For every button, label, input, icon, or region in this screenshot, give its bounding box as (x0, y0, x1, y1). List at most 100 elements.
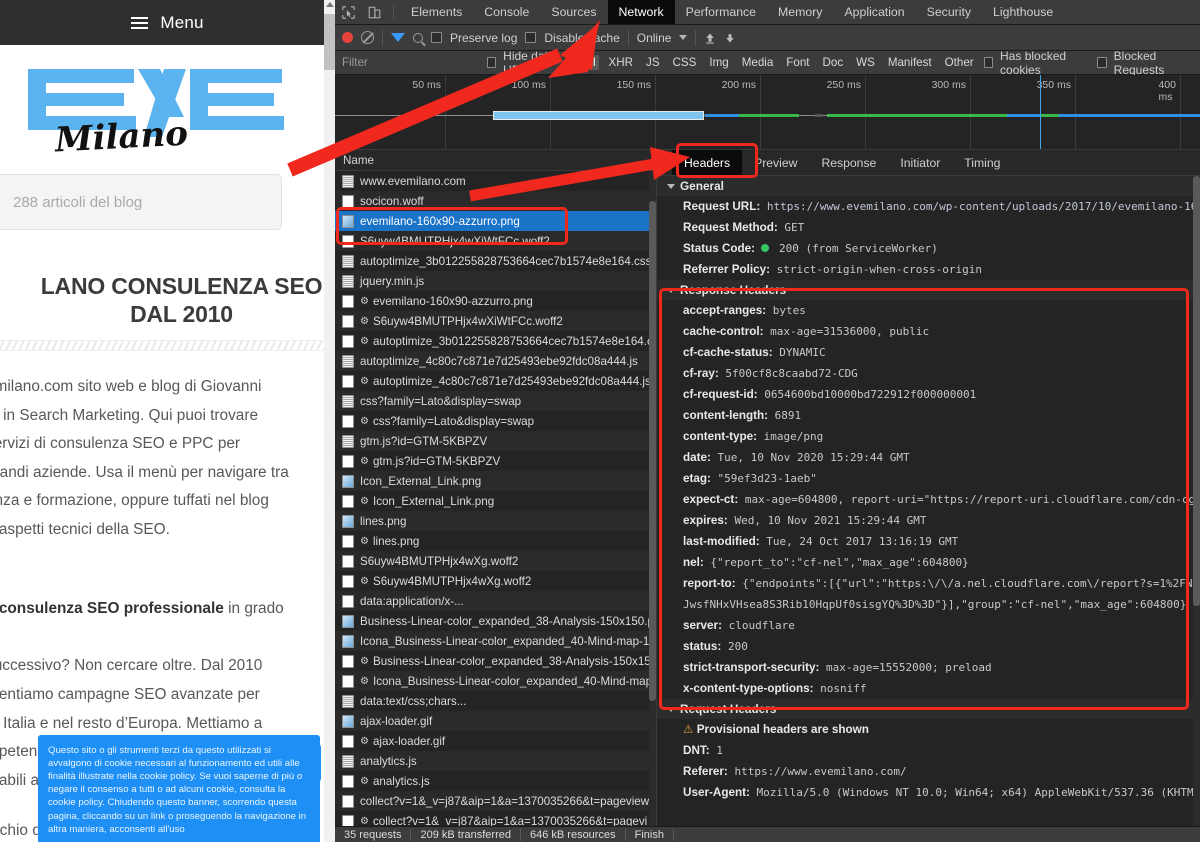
blocked-requests-checkbox[interactable] (1097, 57, 1107, 68)
clear-icon[interactable] (361, 31, 374, 44)
request-row[interactable]: Business-Linear-color_expanded_38-Analys… (335, 611, 656, 631)
filter-type-font[interactable]: Font (783, 55, 812, 70)
request-row[interactable]: socicon.woff (335, 191, 656, 211)
filter-type-xhr[interactable]: XHR (606, 55, 636, 70)
tab-application[interactable]: Application (833, 0, 915, 24)
tab-lighthouse[interactable]: Lighthouse (982, 0, 1064, 24)
tab-elements[interactable]: Elements (400, 0, 473, 24)
request-row[interactable]: ⚙ evemilano-160x90-azzurro.png (335, 291, 656, 311)
request-row[interactable]: ⚙ S6uyw4BMUTPHjx4wXiWtFCc.woff2 (335, 311, 656, 331)
site-logo[interactable]: Milano (0, 45, 335, 170)
preserve-log-checkbox[interactable] (431, 32, 442, 43)
request-row[interactable]: ⚙ Business-Linear-color_expanded_38-Analy… (335, 651, 656, 671)
filter-type-js[interactable]: JS (643, 55, 663, 70)
request-row[interactable]: ⚙ collect?v=1&_v=j87&aip=1&a=1370035266&t… (335, 811, 656, 826)
request-row[interactable]: ⚙ gtm.js?id=GTM-5KBPZV (335, 451, 656, 471)
website-scrollbar-thumb[interactable] (324, 14, 335, 70)
detail-tab-preview[interactable]: Preview (742, 150, 809, 175)
tab-network[interactable]: Network (607, 0, 675, 24)
tab-sources[interactable]: Sources (540, 0, 607, 24)
request-list-header[interactable]: Name (335, 150, 656, 171)
section-header[interactable]: Request Headers (657, 699, 1193, 719)
detail-tab-timing[interactable]: Timing (952, 150, 1012, 175)
search-icon[interactable] (413, 32, 423, 43)
hide-data-urls-checkbox[interactable] (486, 57, 497, 68)
request-row[interactable]: ⚙ lines.png (335, 531, 656, 551)
blocked-requests-label[interactable]: Blocked Requests (1114, 49, 1193, 77)
import-har-icon[interactable] (704, 32, 716, 44)
request-row[interactable]: autoptimize_3b012255828753664cec7b1574e8… (335, 251, 656, 271)
cookie-consent-banner[interactable]: Questo sito o gli strumenti terzi da que… (38, 734, 320, 842)
filter-type-css[interactable]: CSS (670, 55, 700, 70)
disable-cache-checkbox[interactable] (525, 32, 537, 43)
request-row[interactable]: S6uyw4BMUTPHjx4wXg.woff2 (335, 551, 656, 571)
request-row[interactable]: ⚙ Icon_External_Link.png (335, 491, 656, 511)
site-menu-label[interactable]: Menu (160, 13, 203, 33)
request-list-scrollbar[interactable] (649, 171, 656, 826)
export-har-icon[interactable] (724, 32, 736, 44)
detail-tab-headers[interactable]: Headers (672, 150, 743, 175)
tab-console[interactable]: Console (473, 0, 540, 24)
request-row[interactable]: Icona_Business-Linear-color_expanded_40-… (335, 631, 656, 651)
throttling-select[interactable]: Online (637, 31, 672, 45)
disable-cache-label[interactable]: Disable cache (544, 31, 619, 45)
filter-type-ws[interactable]: WS (853, 55, 878, 70)
request-row[interactable]: ⚙ Icona_Business-Linear-color_expanded_40… (335, 671, 656, 691)
request-row[interactable]: ⚙ css?family=Lato&display=swap (335, 411, 656, 431)
filter-type-other[interactable]: Other (942, 55, 977, 70)
section-header[interactable]: Response Headers (657, 280, 1193, 300)
hide-data-urls-label[interactable]: Hide data URLs (503, 49, 572, 77)
detail-tab-initiator[interactable]: Initiator (888, 150, 952, 175)
scroll-up-arrow-icon[interactable] (326, 2, 334, 7)
tab-memory[interactable]: Memory (767, 0, 833, 24)
request-row[interactable]: autoptimize_4c80c7c871e7d25493ebe92fdc08… (335, 351, 656, 371)
request-row[interactable]: analytics.js (335, 751, 656, 771)
preserve-log-label[interactable]: Preserve log (450, 31, 517, 45)
request-row[interactable]: data:application/x-... (335, 591, 656, 611)
request-row[interactable]: ⚙ S6uyw4BMUTPHjx4wXg.woff2 (335, 571, 656, 591)
request-row[interactable]: gtm.js?id=GTM-5KBPZV (335, 431, 656, 451)
request-row[interactable]: www.evemilano.com (335, 171, 656, 191)
chevron-down-icon[interactable] (679, 35, 688, 40)
website-scrollbar[interactable] (324, 0, 335, 842)
filter-input[interactable]: Filter (342, 56, 480, 69)
has-blocked-cookies-checkbox[interactable] (983, 57, 994, 68)
request-row[interactable]: S6uyw4BMUTPHjx4wXiWtFCc.woff2 (335, 231, 656, 251)
inspect-element-icon[interactable] (335, 0, 361, 24)
filter-type-all[interactable]: All (579, 55, 599, 70)
generic-icon (342, 574, 354, 588)
request-row[interactable]: evemilano-160x90-azzurro.png (335, 211, 656, 231)
detail-scrollbar-thumb[interactable] (1193, 176, 1200, 606)
hamburger-menu-icon[interactable] (131, 16, 149, 29)
filter-type-img[interactable]: Img (706, 55, 731, 70)
request-row[interactable]: jquery.min.js (335, 271, 656, 291)
toggle-device-toolbar-icon[interactable] (361, 0, 387, 24)
request-row[interactable]: data:text/css;chars... (335, 691, 656, 711)
has-blocked-cookies-label[interactable]: Has blocked cookies (1000, 49, 1090, 77)
request-row[interactable]: ajax-loader.gif (335, 711, 656, 731)
request-row[interactable]: lines.png (335, 511, 656, 531)
request-row[interactable]: Icon_External_Link.png (335, 471, 656, 491)
header-key: server: (683, 619, 722, 632)
request-row[interactable]: css?family=Lato&display=swap (335, 391, 656, 411)
network-timeline-overview[interactable]: 50 ms 100 ms 150 ms 200 ms 250 ms 300 ms 350 m… (335, 75, 1200, 150)
request-row[interactable]: collect?v=1&_v=j87&aip=1&a=1370035266&t=… (335, 791, 656, 811)
detail-tab-response[interactable]: Response (809, 150, 888, 175)
section-header[interactable]: General (657, 176, 1193, 196)
site-search-input[interactable]: 288 articoli del blog (0, 174, 282, 230)
site-top-navbar[interactable]: Menu (0, 0, 335, 45)
tab-security[interactable]: Security (916, 0, 982, 24)
record-icon[interactable] (342, 32, 353, 43)
filter-type-doc[interactable]: Doc (820, 55, 847, 70)
request-row[interactable]: ⚙ analytics.js (335, 771, 656, 791)
back-chevron-icon[interactable]: ‹ (657, 150, 672, 175)
filter-type-manifest[interactable]: Manifest (885, 55, 935, 70)
request-list-scrollbar-thumb[interactable] (649, 201, 656, 701)
filter-type-media[interactable]: Media (739, 55, 777, 70)
funnel-icon[interactable] (391, 33, 405, 42)
request-row[interactable]: ⚙ ajax-loader.gif (335, 731, 656, 751)
request-row[interactable]: ⚙ autoptimize_3b012255828753664cec7b1574e… (335, 331, 656, 351)
request-row[interactable]: ⚙ autoptimize_4c80c7c871e7d25493ebe92fdc0… (335, 371, 656, 391)
tab-performance[interactable]: Performance (675, 0, 767, 24)
detail-scrollbar[interactable] (1193, 176, 1200, 826)
